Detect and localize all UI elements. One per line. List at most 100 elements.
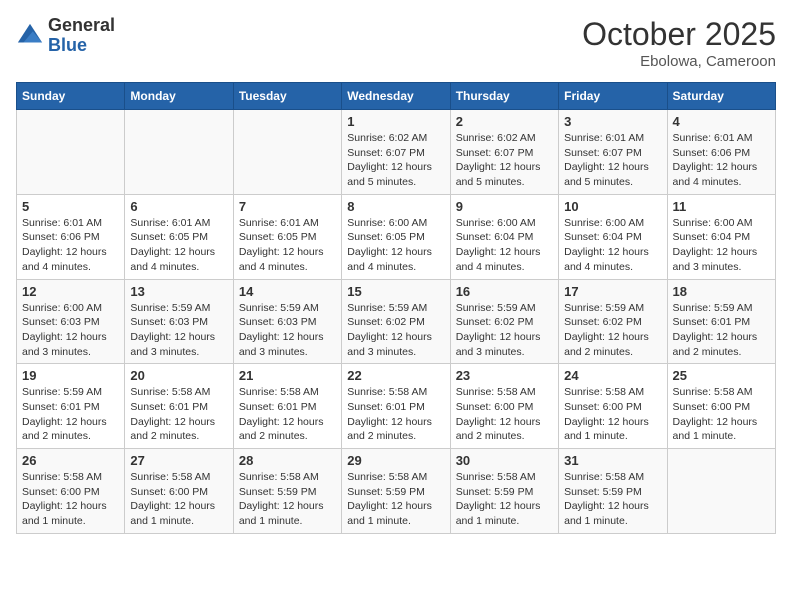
calendar-cell: 10 Sunrise: 6:00 AM Sunset: 6:04 PM Dayli…	[559, 194, 667, 279]
week-row-5: 26 Sunrise: 5:58 AM Sunset: 6:00 PM Dayli…	[17, 449, 776, 534]
calendar-cell: 28 Sunrise: 5:58 AM Sunset: 5:59 PM Dayli…	[233, 449, 341, 534]
calendar-cell: 21 Sunrise: 5:58 AM Sunset: 6:01 PM Dayli…	[233, 364, 341, 449]
day-number: 6	[130, 199, 227, 214]
cell-info: Sunrise: 6:01 AM Sunset: 6:05 PM Dayligh…	[239, 216, 336, 275]
day-number: 29	[347, 453, 444, 468]
cell-info: Sunrise: 5:59 AM Sunset: 6:01 PM Dayligh…	[22, 385, 119, 444]
calendar-cell: 7 Sunrise: 6:01 AM Sunset: 6:05 PM Daylig…	[233, 194, 341, 279]
calendar-table: SundayMondayTuesdayWednesdayThursdayFrid…	[16, 82, 776, 534]
cell-info: Sunrise: 5:59 AM Sunset: 6:02 PM Dayligh…	[564, 301, 661, 360]
calendar-cell: 26 Sunrise: 5:58 AM Sunset: 6:00 PM Dayli…	[17, 449, 125, 534]
month-title: October 2025	[582, 16, 776, 53]
calendar-cell: 29 Sunrise: 5:58 AM Sunset: 5:59 PM Dayli…	[342, 449, 450, 534]
calendar-cell: 11 Sunrise: 6:00 AM Sunset: 6:04 PM Dayli…	[667, 194, 775, 279]
weekday-header-friday: Friday	[559, 83, 667, 110]
day-number: 25	[673, 368, 770, 383]
day-number: 23	[456, 368, 553, 383]
day-number: 4	[673, 114, 770, 129]
cell-info: Sunrise: 5:58 AM Sunset: 6:00 PM Dayligh…	[673, 385, 770, 444]
cell-info: Sunrise: 5:58 AM Sunset: 5:59 PM Dayligh…	[239, 470, 336, 529]
day-number: 27	[130, 453, 227, 468]
calendar-cell: 2Sunrise: 6:02 AM Sunset: 6:07 PM Daylig…	[450, 110, 558, 195]
cell-info: Sunrise: 6:00 AM Sunset: 6:04 PM Dayligh…	[564, 216, 661, 275]
cell-info: Sunrise: 6:00 AM Sunset: 6:05 PM Dayligh…	[347, 216, 444, 275]
cell-info: Sunrise: 5:58 AM Sunset: 5:59 PM Dayligh…	[347, 470, 444, 529]
cell-info: Sunrise: 5:59 AM Sunset: 6:02 PM Dayligh…	[347, 301, 444, 360]
day-number: 11	[673, 199, 770, 214]
cell-info: Sunrise: 6:02 AM Sunset: 6:07 PM Dayligh…	[456, 131, 553, 190]
day-number: 22	[347, 368, 444, 383]
weekday-header-tuesday: Tuesday	[233, 83, 341, 110]
calendar-cell: 3Sunrise: 6:01 AM Sunset: 6:07 PM Daylig…	[559, 110, 667, 195]
page-header: General Blue October 2025 Ebolowa, Camer…	[16, 16, 776, 70]
day-number: 7	[239, 199, 336, 214]
logo-icon	[16, 22, 44, 50]
week-row-1: 1 Sunrise: 6:02 AM Sunset: 6:07 PM Daylig…	[17, 110, 776, 195]
day-number: 24	[564, 368, 661, 383]
cell-info: Sunrise: 5:58 AM Sunset: 6:00 PM Dayligh…	[22, 470, 119, 529]
calendar-cell: 23 Sunrise: 5:58 AM Sunset: 6:00 PM Dayli…	[450, 364, 558, 449]
cell-info: Sunrise: 5:58 AM Sunset: 6:01 PM Dayligh…	[347, 385, 444, 444]
day-number: 19	[22, 368, 119, 383]
calendar-cell: 27Sunrise: 5:58 AM Sunset: 6:00 PM Dayli…	[125, 449, 233, 534]
day-number: 12	[22, 284, 119, 299]
calendar-cell: 4 Sunrise: 6:01 AM Sunset: 6:06 PM Daylig…	[667, 110, 775, 195]
calendar-cell: 12 Sunrise: 6:00 AM Sunset: 6:03 PM Dayli…	[17, 279, 125, 364]
day-number: 1	[347, 114, 444, 129]
cell-info: Sunrise: 5:58 AM Sunset: 6:00 PM Dayligh…	[564, 385, 661, 444]
day-number: 30	[456, 453, 553, 468]
weekday-header-monday: Monday	[125, 83, 233, 110]
calendar-cell: 24 Sunrise: 5:58 AM Sunset: 6:00 PM Dayli…	[559, 364, 667, 449]
calendar-cell: 5Sunrise: 6:01 AM Sunset: 6:06 PM Daylig…	[17, 194, 125, 279]
calendar-cell: 19 Sunrise: 5:59 AM Sunset: 6:01 PM Dayli…	[17, 364, 125, 449]
day-number: 17	[564, 284, 661, 299]
day-number: 20	[130, 368, 227, 383]
logo: General Blue	[16, 16, 115, 56]
cell-info: Sunrise: 6:00 AM Sunset: 6:04 PM Dayligh…	[673, 216, 770, 275]
day-number: 26	[22, 453, 119, 468]
day-number: 8	[347, 199, 444, 214]
calendar-cell: 25 Sunrise: 5:58 AM Sunset: 6:00 PM Dayli…	[667, 364, 775, 449]
calendar-cell: 1 Sunrise: 6:02 AM Sunset: 6:07 PM Daylig…	[342, 110, 450, 195]
weekday-header-row: SundayMondayTuesdayWednesdayThursdayFrid…	[17, 83, 776, 110]
calendar-cell	[17, 110, 125, 195]
calendar-cell: 17 Sunrise: 5:59 AM Sunset: 6:02 PM Dayli…	[559, 279, 667, 364]
week-row-2: 5Sunrise: 6:01 AM Sunset: 6:06 PM Daylig…	[17, 194, 776, 279]
weekday-header-wednesday: Wednesday	[342, 83, 450, 110]
day-number: 21	[239, 368, 336, 383]
day-number: 28	[239, 453, 336, 468]
day-number: 14	[239, 284, 336, 299]
calendar-cell	[233, 110, 341, 195]
cell-info: Sunrise: 6:02 AM Sunset: 6:07 PM Dayligh…	[347, 131, 444, 190]
cell-info: Sunrise: 5:59 AM Sunset: 6:03 PM Dayligh…	[130, 301, 227, 360]
calendar-cell: 6Sunrise: 6:01 AM Sunset: 6:05 PM Daylig…	[125, 194, 233, 279]
calendar-cell: 31Sunrise: 5:58 AM Sunset: 5:59 PM Dayli…	[559, 449, 667, 534]
calendar-cell: 16Sunrise: 5:59 AM Sunset: 6:02 PM Dayli…	[450, 279, 558, 364]
cell-info: Sunrise: 5:58 AM Sunset: 6:01 PM Dayligh…	[130, 385, 227, 444]
calendar-cell: 9Sunrise: 6:00 AM Sunset: 6:04 PM Daylig…	[450, 194, 558, 279]
day-number: 31	[564, 453, 661, 468]
calendar-cell: 15Sunrise: 5:59 AM Sunset: 6:02 PM Dayli…	[342, 279, 450, 364]
week-row-4: 19 Sunrise: 5:59 AM Sunset: 6:01 PM Dayli…	[17, 364, 776, 449]
logo-general-text: General	[48, 15, 115, 35]
calendar-cell: 20 Sunrise: 5:58 AM Sunset: 6:01 PM Dayli…	[125, 364, 233, 449]
cell-info: Sunrise: 5:58 AM Sunset: 6:01 PM Dayligh…	[239, 385, 336, 444]
cell-info: Sunrise: 5:58 AM Sunset: 5:59 PM Dayligh…	[456, 470, 553, 529]
title-block: October 2025 Ebolowa, Cameroon	[582, 16, 776, 70]
day-number: 10	[564, 199, 661, 214]
cell-info: Sunrise: 5:59 AM Sunset: 6:01 PM Dayligh…	[673, 301, 770, 360]
calendar-cell: 18Sunrise: 5:59 AM Sunset: 6:01 PM Dayli…	[667, 279, 775, 364]
cell-info: Sunrise: 5:58 AM Sunset: 6:00 PM Dayligh…	[456, 385, 553, 444]
calendar-cell: 30 Sunrise: 5:58 AM Sunset: 5:59 PM Dayli…	[450, 449, 558, 534]
weekday-header-sunday: Sunday	[17, 83, 125, 110]
calendar-cell: 13 Sunrise: 5:59 AM Sunset: 6:03 PM Dayli…	[125, 279, 233, 364]
day-number: 16	[456, 284, 553, 299]
location: Ebolowa, Cameroon	[582, 53, 776, 70]
logo-blue-text: Blue	[48, 35, 87, 55]
cell-info: Sunrise: 6:01 AM Sunset: 6:06 PM Dayligh…	[673, 131, 770, 190]
calendar-cell: 22 Sunrise: 5:58 AM Sunset: 6:01 PM Dayli…	[342, 364, 450, 449]
day-number: 13	[130, 284, 227, 299]
week-row-3: 12 Sunrise: 6:00 AM Sunset: 6:03 PM Dayli…	[17, 279, 776, 364]
day-number: 5	[22, 199, 119, 214]
cell-info: Sunrise: 6:00 AM Sunset: 6:03 PM Dayligh…	[22, 301, 119, 360]
